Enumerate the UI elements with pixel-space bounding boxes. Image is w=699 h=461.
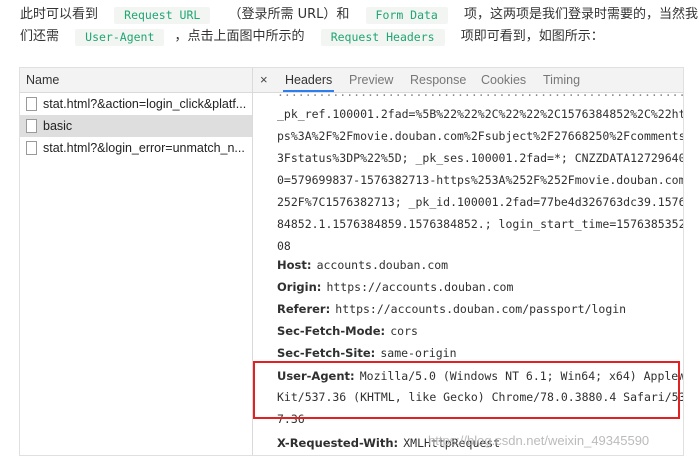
intro-paragraph: 此时可以看到 Request URL （登录所需 URL）和 Form Data… [20, 4, 698, 48]
code-form-data: Form Data [365, 7, 448, 24]
header-value: accounts.douban.com [316, 258, 449, 272]
header-host: Host: accounts.douban.com [277, 253, 448, 275]
tab-headers[interactable]: Headers [282, 68, 335, 92]
header-referer: Referer: https://accounts.douban.com/pas… [277, 297, 626, 319]
header-value: cors [390, 324, 418, 338]
header-value: https://accounts.douban.com [326, 280, 514, 294]
header-name: Host: [277, 258, 312, 272]
cookie-value-line: ps%3A%2F%2Fmovie.douban.com%2Fsubject%2F… [277, 129, 683, 143]
file-icon [26, 141, 37, 155]
header-origin: Origin: https://accounts.douban.com [277, 275, 513, 297]
header-name: Origin: [277, 280, 322, 294]
header-sec-fetch-site: Sec-Fetch-Site: same-origin [277, 341, 457, 363]
tab-preview[interactable]: Preview [349, 68, 393, 92]
intro-text: 项即可看到，如图所示： [460, 29, 604, 44]
file-icon [26, 119, 37, 133]
cookie-value-line: 3Fstatus%3DP%22%5D; _pk_ses.100001.2fad=… [277, 151, 683, 165]
header-value: https://accounts.douban.com/passport/log… [335, 302, 627, 316]
request-row-selected[interactable]: basic [20, 115, 252, 137]
request-row[interactable]: stat.html?&login_error=unmatch_n... [20, 137, 252, 159]
cookie-value-line: 84852.1.1576384859.1576384852.; login_st… [277, 217, 683, 231]
intro-line-1: 此时可以看到 Request URL （登录所需 URL）和 Form Data… [20, 4, 698, 26]
code-request-url: Request URL [114, 7, 211, 24]
request-name: stat.html?&login_error=unmatch_n... [43, 141, 245, 155]
cookie-cutoff-line: ........................................… [277, 93, 683, 103]
intro-text: 们还需 [20, 29, 60, 44]
request-name: basic [43, 119, 73, 133]
file-icon [26, 97, 37, 111]
watermark: https://blog.csdn.net/weixin_49345590 [428, 433, 650, 448]
intro-text: 项，这两项是我们登录时需要的，当然我 [464, 7, 699, 22]
intro-text: ，点击上面图中所示的 [174, 29, 305, 44]
request-name: stat.html?&action=login_click&platf... [43, 97, 247, 111]
code-request-headers: Request Headers [320, 29, 445, 46]
detail-tab-bar: × Headers Preview Response Cookies Timin… [253, 68, 683, 93]
user-agent-highlight-box [253, 361, 680, 419]
code-user-agent: User-Agent [75, 29, 165, 46]
tab-response[interactable]: Response [410, 68, 466, 92]
header-sec-fetch-mode: Sec-Fetch-Mode: cors [277, 319, 418, 341]
intro-line-2: 们还需 User-Agent ，点击上面图中所示的 Request Header… [20, 26, 685, 48]
intro-text: （登录所需 URL）和 [228, 7, 350, 22]
tab-cookies[interactable]: Cookies [481, 68, 526, 92]
intro-text: 此时可以看到 [20, 7, 99, 22]
header-name: X-Requested-With: [277, 436, 399, 450]
request-row[interactable]: stat.html?&action=login_click&platf... [20, 93, 252, 115]
header-name: Sec-Fetch-Mode: [277, 324, 386, 338]
cookie-value-line: _pk_ref.100001.2fad=%5B%22%22%2C%22%22%2… [277, 107, 683, 121]
header-value: same-origin [380, 346, 457, 360]
cookie-value-line: 252F%7C1576382713; _pk_id.100001.2fad=77… [277, 195, 683, 209]
header-name: Sec-Fetch-Site: [277, 346, 376, 360]
request-list-pane: Name stat.html?&action=login_click&platf… [20, 68, 253, 455]
cookie-value-line: 0=579699837-1576382713-https%253A%252F%2… [277, 173, 683, 187]
header-name: Referer: [277, 302, 331, 316]
name-column-header[interactable]: Name [20, 68, 252, 93]
tab-timing[interactable]: Timing [543, 68, 580, 92]
close-icon[interactable]: × [260, 68, 268, 92]
